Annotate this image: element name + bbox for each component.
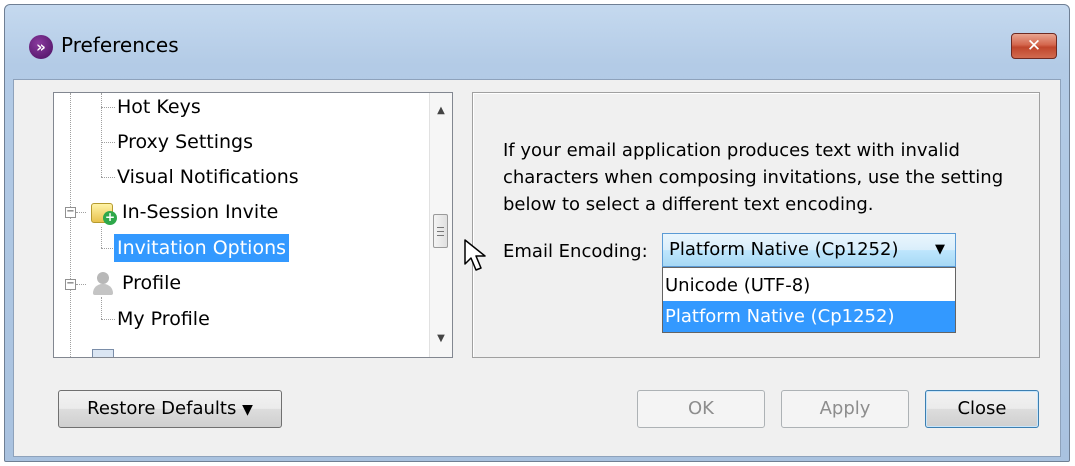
invite-icon: + [89, 199, 117, 225]
mouse-cursor-icon [464, 239, 486, 271]
app-logo-icon: » [29, 35, 53, 59]
tree-connector [101, 248, 115, 249]
dialog-body: Hot Keys Proxy Settings Visual Notificat… [13, 79, 1061, 457]
tree-connector [101, 177, 115, 178]
tree-connector [76, 284, 86, 285]
collapse-toggle-in-session-invite[interactable]: − [65, 207, 76, 218]
preferences-tree: Hot Keys Proxy Settings Visual Notificat… [53, 92, 453, 358]
tree-connector [101, 319, 115, 320]
scroll-down-icon[interactable]: ▼ [430, 329, 452, 349]
preferences-window: » Preferences ✕ Hot Keys Proxy Settings … [4, 4, 1070, 462]
tree-connector [101, 107, 115, 108]
tree-item-invitation-options[interactable]: Invitation Options [114, 234, 290, 262]
apply-button[interactable]: Apply [781, 390, 909, 428]
dropdown-arrow-icon: ▼ [242, 402, 253, 418]
profile-head-shape [97, 272, 109, 284]
encoding-description: If your email application produces text … [503, 140, 1004, 215]
title-bar: » Preferences ✕ [5, 5, 1069, 79]
scroll-thumb[interactable] [433, 214, 448, 248]
email-encoding-label: Email Encoding: [503, 241, 648, 262]
add-icon: + [103, 210, 117, 225]
tree-item-profile[interactable]: Profile [122, 269, 181, 297]
tree-scrollbar[interactable]: ▲ ▼ [429, 93, 452, 357]
window-title: Preferences [61, 33, 179, 57]
tree-item-in-session-invite[interactable]: In-Session Invite [122, 198, 278, 226]
encoding-option-cp1252[interactable]: Platform Native (Cp1252) [663, 301, 955, 332]
email-encoding-value: Platform Native (Cp1252) [669, 239, 899, 260]
scroll-up-icon[interactable]: ▲ [430, 101, 452, 121]
grip-line [437, 227, 444, 228]
tree-connector [76, 212, 86, 213]
tree-connector [101, 227, 102, 248]
tree-item-my-profile[interactable]: My Profile [117, 305, 210, 333]
tree-item-proxy-settings[interactable]: Proxy Settings [117, 128, 253, 156]
tree-item-visual-notifications[interactable]: Visual Notifications [117, 163, 299, 191]
ok-button[interactable]: OK [637, 390, 765, 428]
restore-defaults-label: Restore Defaults [87, 398, 237, 419]
encoding-dropdown-list: Unicode (UTF-8) Platform Native (Cp1252) [662, 267, 956, 333]
invitation-options-panel: If your email application produces text … [472, 92, 1040, 358]
tree-connector [70, 93, 71, 357]
dropdown-arrow-icon[interactable]: ▼ [935, 234, 945, 266]
tree-connector [101, 93, 102, 177]
profile-body-shape [93, 284, 113, 295]
tree-connector [101, 142, 115, 143]
restore-defaults-button[interactable]: Restore Defaults ▼ [58, 390, 282, 428]
email-encoding-select[interactable]: Platform Native (Cp1252) ▼ [662, 233, 956, 267]
tree-item-hot-keys[interactable]: Hot Keys [117, 93, 201, 121]
window-close-button[interactable]: ✕ [1011, 33, 1057, 59]
grip-line [437, 235, 444, 236]
profile-icon [90, 270, 116, 296]
partial-tree-icon [92, 349, 114, 357]
tree-connector [101, 297, 102, 319]
close-button[interactable]: Close [925, 390, 1039, 428]
encoding-option-utf8[interactable]: Unicode (UTF-8) [663, 270, 955, 301]
collapse-toggle-profile[interactable]: − [65, 279, 76, 290]
grip-line [437, 231, 444, 232]
